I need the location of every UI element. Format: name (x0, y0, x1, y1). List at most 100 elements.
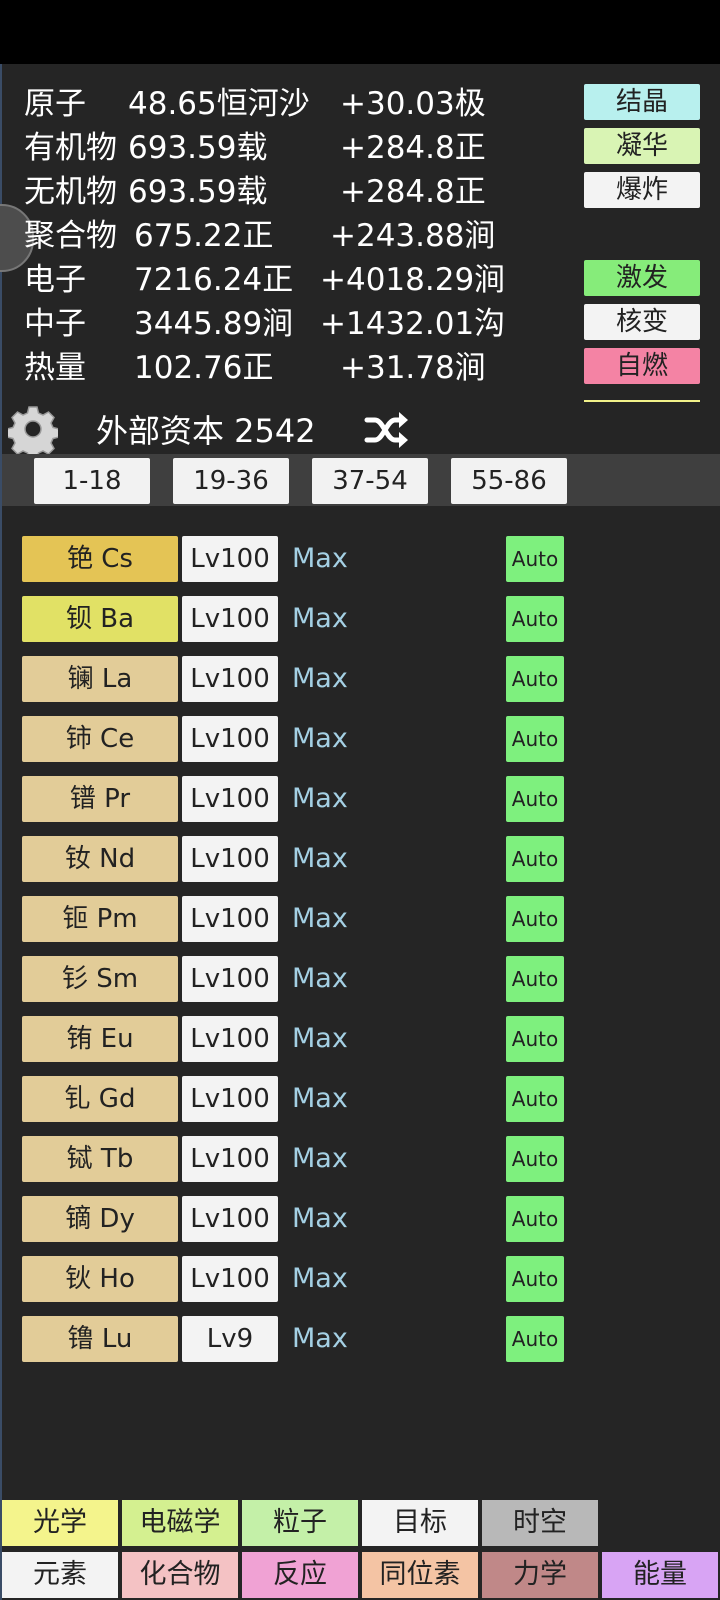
element-row: 镧 La Lv100 Max Auto (2, 656, 720, 704)
resource-rate: +30.03极 (340, 86, 486, 122)
nav-tab[interactable]: 目标 (362, 1500, 478, 1546)
page-tab[interactable]: 19-36 (173, 458, 289, 504)
element-name[interactable]: 铯 Cs (22, 536, 178, 582)
upgrade-max-button[interactable]: Max (292, 836, 348, 882)
reaction-button[interactable]: 爆炸 (584, 172, 700, 208)
auto-toggle[interactable]: Auto (506, 956, 564, 1002)
side-divider (584, 400, 700, 402)
nav-tab[interactable]: 光学 (2, 1500, 118, 1546)
element-level: Lv100 (182, 1136, 278, 1182)
element-level: Lv100 (182, 536, 278, 582)
element-name[interactable]: 钆 Gd (22, 1076, 178, 1122)
page-tab[interactable]: 1-18 (34, 458, 150, 504)
reaction-button[interactable]: 结晶 (584, 84, 700, 120)
resource-name: 热量 (24, 350, 86, 386)
resource-amount: 693.59载 (128, 130, 268, 166)
nav-tab[interactable]: 时空 (482, 1500, 598, 1546)
nav-tab[interactable]: 能量 (602, 1552, 718, 1598)
auto-toggle[interactable]: Auto (506, 596, 564, 642)
upgrade-max-button[interactable]: Max (292, 716, 348, 762)
nav-tab[interactable]: 化合物 (122, 1552, 238, 1598)
nav-tab[interactable]: 电磁学 (122, 1500, 238, 1546)
upgrade-max-button[interactable]: Max (292, 1256, 348, 1302)
upgrade-max-button[interactable]: Max (292, 656, 348, 702)
auto-toggle[interactable]: Auto (506, 836, 564, 882)
nav-tab[interactable]: 粒子 (242, 1500, 358, 1546)
auto-toggle[interactable]: Auto (506, 1136, 564, 1182)
shuffle-icon[interactable] (364, 410, 410, 450)
resource-amount: 693.59载 (128, 174, 268, 210)
nav-tab[interactable]: 反应 (242, 1552, 358, 1598)
external-capital: 外部资本 2542 (96, 412, 316, 450)
element-name[interactable]: 钐 Sm (22, 956, 178, 1002)
reaction-button[interactable]: 激发 (584, 260, 700, 296)
element-level: Lv9 (182, 1316, 278, 1362)
resource-rate: +4018.29涧 (320, 262, 506, 298)
element-name[interactable]: 钬 Ho (22, 1256, 178, 1302)
resource-amount: 7216.24正 (134, 262, 294, 298)
element-level: Lv100 (182, 656, 278, 702)
element-name[interactable]: 镨 Pr (22, 776, 178, 822)
upgrade-max-button[interactable]: Max (292, 896, 348, 942)
upgrade-max-button[interactable]: Max (292, 536, 348, 582)
auto-toggle[interactable]: Auto (506, 1016, 564, 1062)
resource-name: 有机物 (24, 130, 117, 166)
resource-amount: 48.65恒河沙 (128, 86, 310, 122)
nav-tab[interactable]: 元素 (2, 1552, 118, 1598)
element-name[interactable]: 镥 Lu (22, 1316, 178, 1362)
resource-rate: +31.78涧 (340, 350, 486, 386)
page-tab[interactable]: 55-86 (451, 458, 567, 504)
element-name[interactable]: 铈 Ce (22, 716, 178, 762)
upgrade-max-button[interactable]: Max (292, 956, 348, 1002)
element-level: Lv100 (182, 716, 278, 762)
element-row: 镥 Lu Lv9 Max Auto (2, 1316, 720, 1364)
page-tab-bar: 1-18 19-36 37-54 55-86 (2, 454, 720, 506)
upgrade-max-button[interactable]: Max (292, 596, 348, 642)
reaction-button[interactable]: 凝华 (584, 128, 700, 164)
auto-toggle[interactable]: Auto (506, 656, 564, 702)
auto-toggle[interactable]: Auto (506, 1316, 564, 1362)
element-row: 铯 Cs Lv100 Max Auto (2, 536, 720, 584)
reaction-button[interactable]: 自燃 (584, 348, 700, 384)
element-level: Lv100 (182, 896, 278, 942)
element-name[interactable]: 钡 Ba (22, 596, 178, 642)
auto-toggle[interactable]: Auto (506, 1256, 564, 1302)
element-name[interactable]: 镧 La (22, 656, 178, 702)
auto-toggle[interactable]: Auto (506, 536, 564, 582)
auto-toggle[interactable]: Auto (506, 896, 564, 942)
auto-toggle[interactable]: Auto (506, 776, 564, 822)
reaction-button[interactable]: 核变 (584, 304, 700, 340)
upgrade-max-button[interactable]: Max (292, 776, 348, 822)
page-tab[interactable]: 37-54 (312, 458, 428, 504)
element-row: 铕 Eu Lv100 Max Auto (2, 1016, 720, 1064)
element-row: 铽 Tb Lv100 Max Auto (2, 1136, 720, 1184)
upgrade-max-button[interactable]: Max (292, 1316, 348, 1362)
element-name[interactable]: 铕 Eu (22, 1016, 178, 1062)
resource-rate: +1432.01沟 (320, 306, 506, 342)
upgrade-max-button[interactable]: Max (292, 1196, 348, 1242)
element-name[interactable]: 钷 Pm (22, 896, 178, 942)
element-row: 钷 Pm Lv100 Max Auto (2, 896, 720, 944)
element-name[interactable]: 铽 Tb (22, 1136, 178, 1182)
element-name[interactable]: 钕 Nd (22, 836, 178, 882)
element-level: Lv100 (182, 1196, 278, 1242)
gear-icon[interactable] (8, 404, 58, 454)
element-row: 铈 Ce Lv100 Max Auto (2, 716, 720, 764)
resource-row: 无机物 693.59载 +284.8正 (24, 170, 564, 214)
auto-toggle[interactable]: Auto (506, 1076, 564, 1122)
nav-tab[interactable]: 力学 (482, 1552, 598, 1598)
auto-toggle[interactable]: Auto (506, 716, 564, 762)
resource-name: 电子 (24, 262, 86, 298)
element-name[interactable]: 镝 Dy (22, 1196, 178, 1242)
nav-tab[interactable]: 同位素 (362, 1552, 478, 1598)
element-level: Lv100 (182, 1256, 278, 1302)
auto-toggle[interactable]: Auto (506, 1196, 564, 1242)
element-level: Lv100 (182, 956, 278, 1002)
resource-name: 原子 (24, 86, 86, 122)
upgrade-max-button[interactable]: Max (292, 1016, 348, 1062)
upgrade-max-button[interactable]: Max (292, 1076, 348, 1122)
resource-row: 热量 102.76正 +31.78涧 (24, 346, 564, 390)
upgrade-max-button[interactable]: Max (292, 1136, 348, 1182)
element-row: 钕 Nd Lv100 Max Auto (2, 836, 720, 884)
element-row: 镝 Dy Lv100 Max Auto (2, 1196, 720, 1244)
